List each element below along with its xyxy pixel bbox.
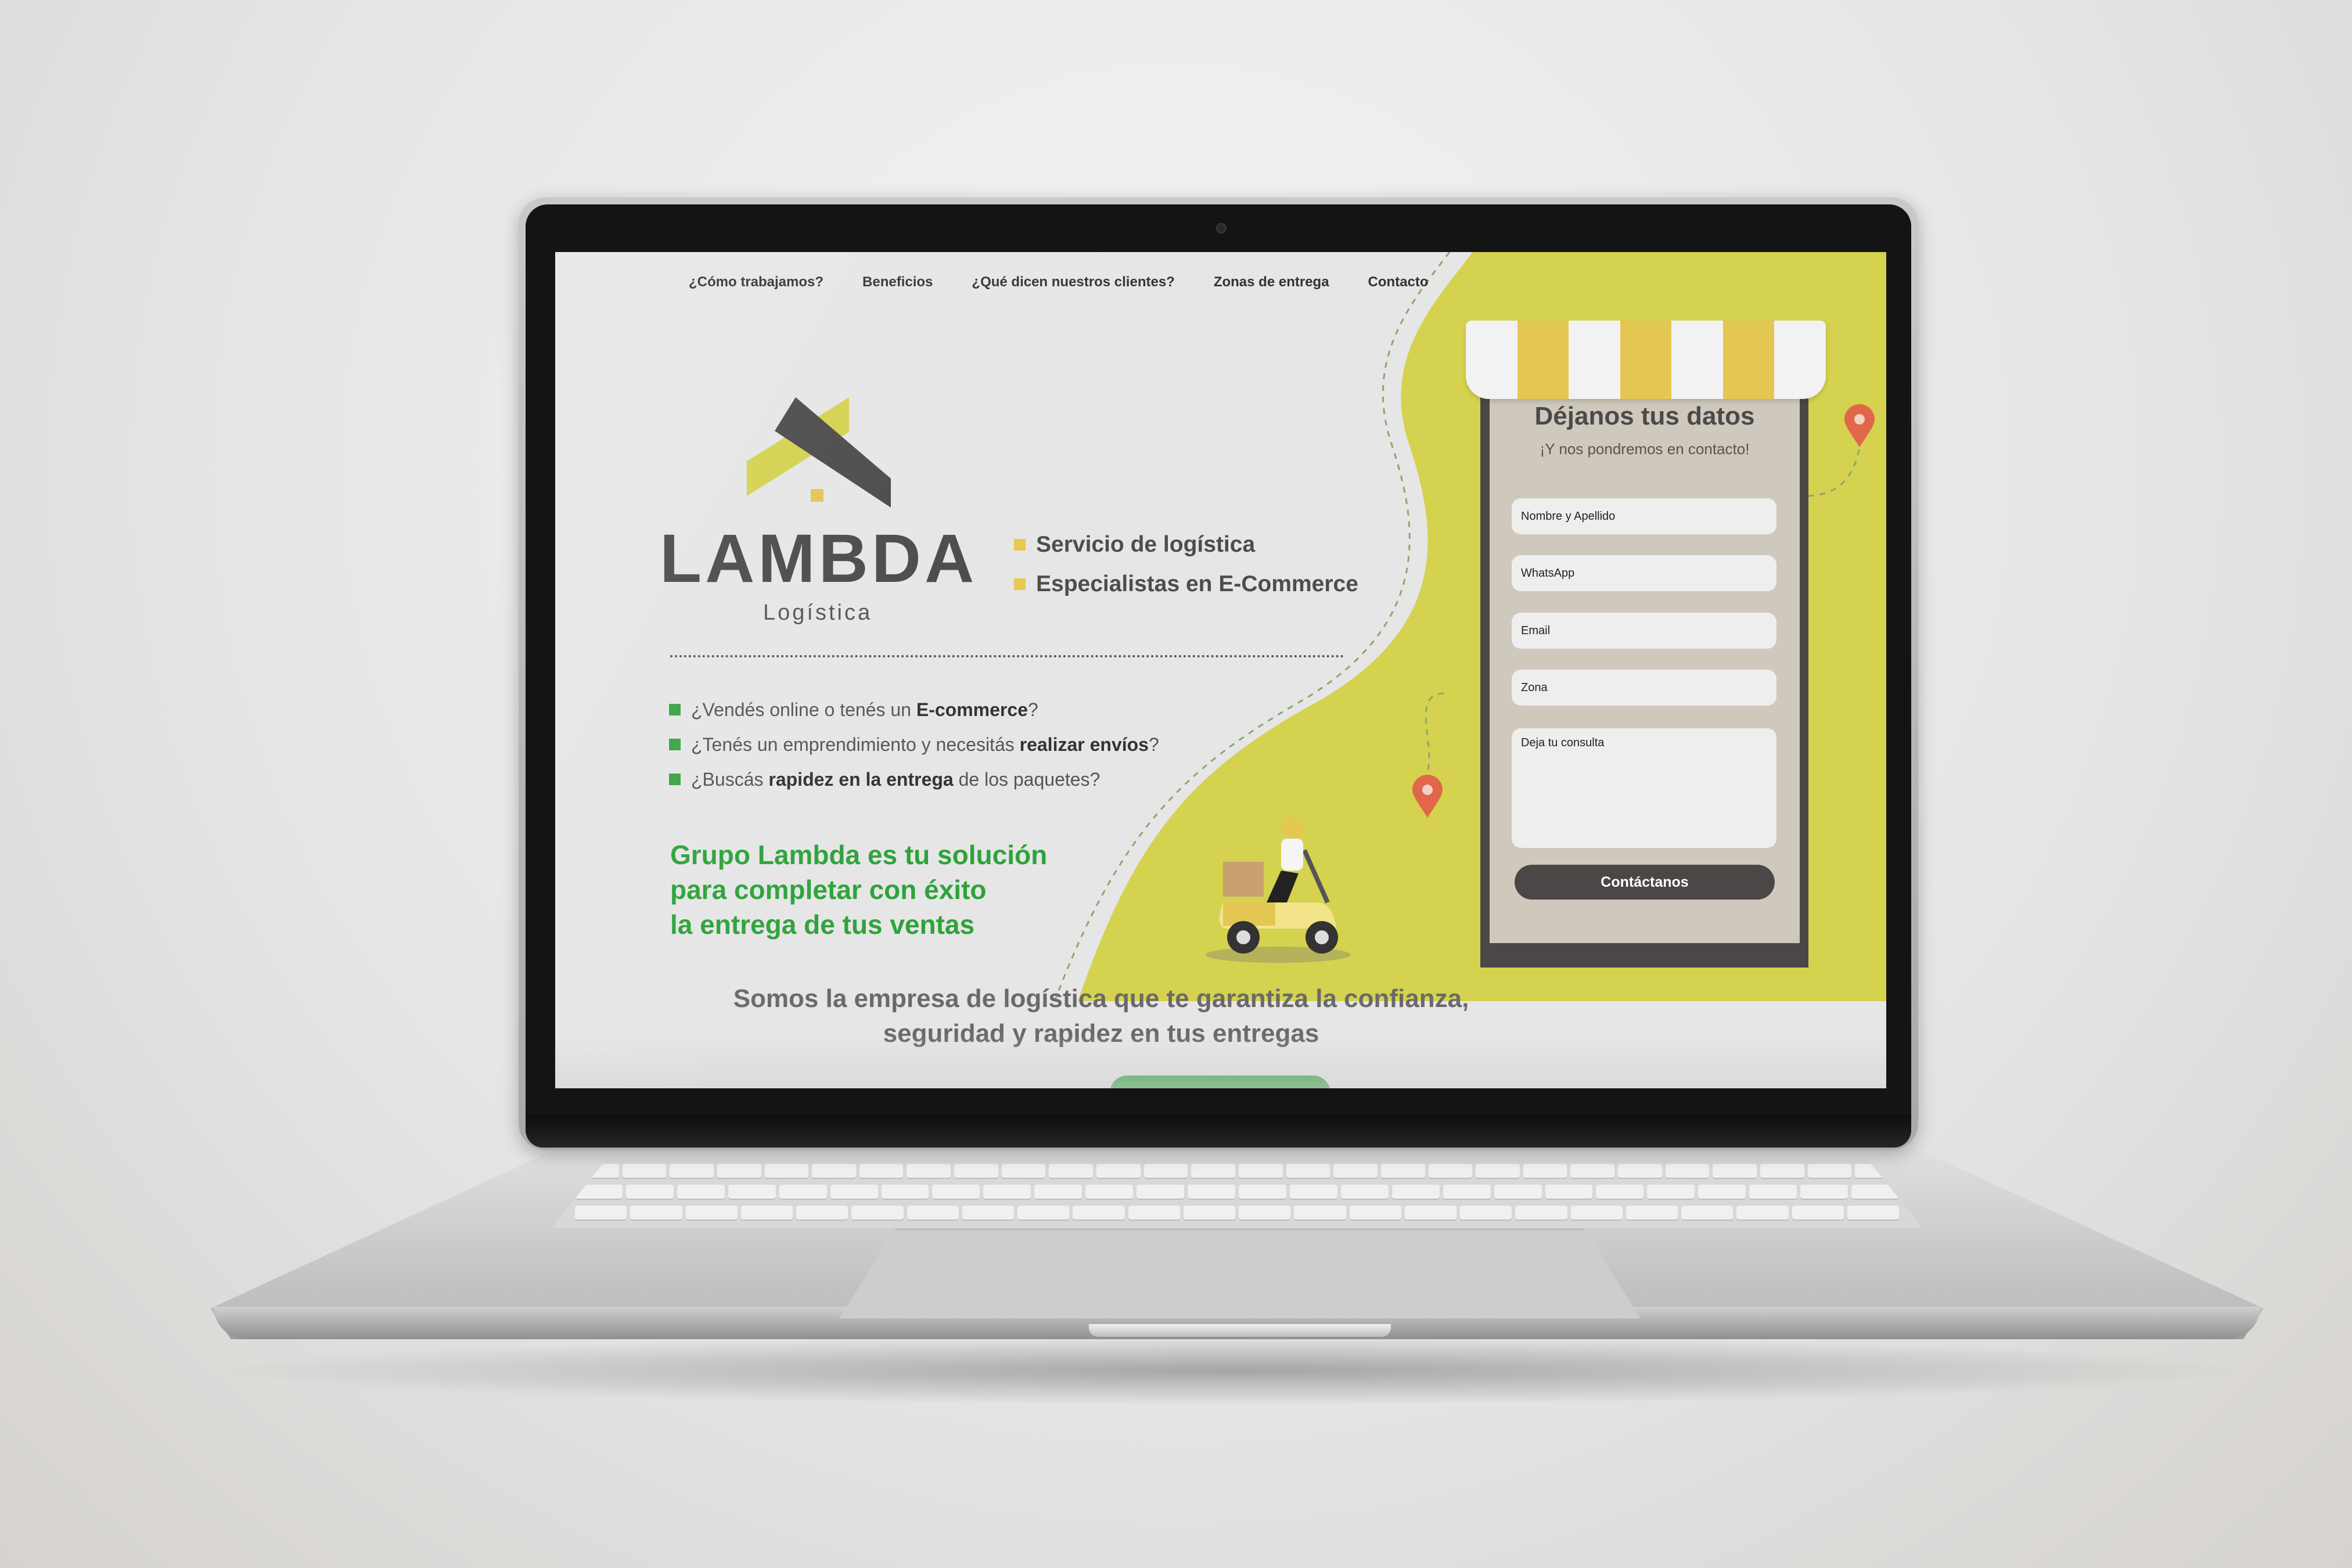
tagline: Somos la empresa de logística que te gar… (733, 984, 1469, 1048)
contact-submit-button[interactable]: Contáctanos (1515, 865, 1775, 900)
bullet-square-icon (1014, 578, 1026, 590)
location-pin-icon (1844, 404, 1875, 447)
camera-icon (1216, 223, 1227, 233)
zone-field[interactable] (1512, 670, 1776, 706)
name-field[interactable] (1512, 498, 1776, 534)
nav-clientes[interactable]: ¿Qué dicen nuestros clientes? (972, 274, 1174, 290)
delivery-scooter-illustration (1206, 818, 1351, 963)
form-subtitle: ¡Y nos pondremos en contacto! (1540, 440, 1750, 458)
nav-zonas[interactable]: Zonas de entrega (1214, 274, 1329, 290)
tag-item: Servicio de logística (1014, 525, 1358, 564)
tag-item: Especialistas en E-Commerce (1014, 564, 1358, 604)
bullet-square-icon (669, 704, 681, 715)
trackpad (839, 1229, 1641, 1318)
bullet-square-icon (669, 774, 681, 785)
whatsapp-field[interactable] (1512, 555, 1776, 591)
lambda-logo-icon (747, 397, 891, 508)
bullet-square-icon (1014, 539, 1026, 551)
cta-button-peek[interactable] (1110, 1076, 1330, 1088)
laptop-hinge (526, 1115, 1911, 1148)
question-list: ¿Vendés online o tenés un E-commerce? ¿T… (669, 692, 1159, 797)
form-title: Déjanos tus datos (1534, 402, 1755, 430)
storefront-awning (1466, 321, 1826, 399)
question-item: ¿Vendés online o tenés un E-commerce? (669, 692, 1159, 727)
laptop-shadow (209, 1336, 2259, 1405)
message-field[interactable] (1512, 728, 1776, 848)
question-item: ¿Buscás rapidez en la entrega de los paq… (669, 762, 1159, 797)
nav-contacto[interactable]: Contacto (1368, 274, 1429, 290)
dotted-divider (670, 655, 1344, 657)
logo-subtitle: Logística (763, 600, 873, 625)
service-tags: Servicio de logística Especialistas en E… (1014, 525, 1358, 604)
nav-beneficios[interactable]: Beneficios (862, 274, 933, 290)
email-field[interactable] (1512, 613, 1776, 649)
website-screen: ¿Cómo trabajamos? Beneficios ¿Qué dicen … (555, 252, 1886, 1088)
hero-slogan: Grupo Lambda es tu solución para complet… (670, 840, 1048, 940)
nav-como-trabajamos[interactable]: ¿Cómo trabajamos? (689, 274, 823, 290)
location-pin-icon (1412, 775, 1443, 818)
main-nav: ¿Cómo trabajamos? Beneficios ¿Qué dicen … (689, 274, 1429, 290)
keyboard (552, 1159, 1922, 1228)
bullet-square-icon (669, 739, 681, 750)
lid-notch (1089, 1324, 1391, 1337)
logo-wordmark: LAMBDA (660, 520, 978, 597)
question-item: ¿Tenés un emprendimiento y necesitás rea… (669, 727, 1159, 762)
